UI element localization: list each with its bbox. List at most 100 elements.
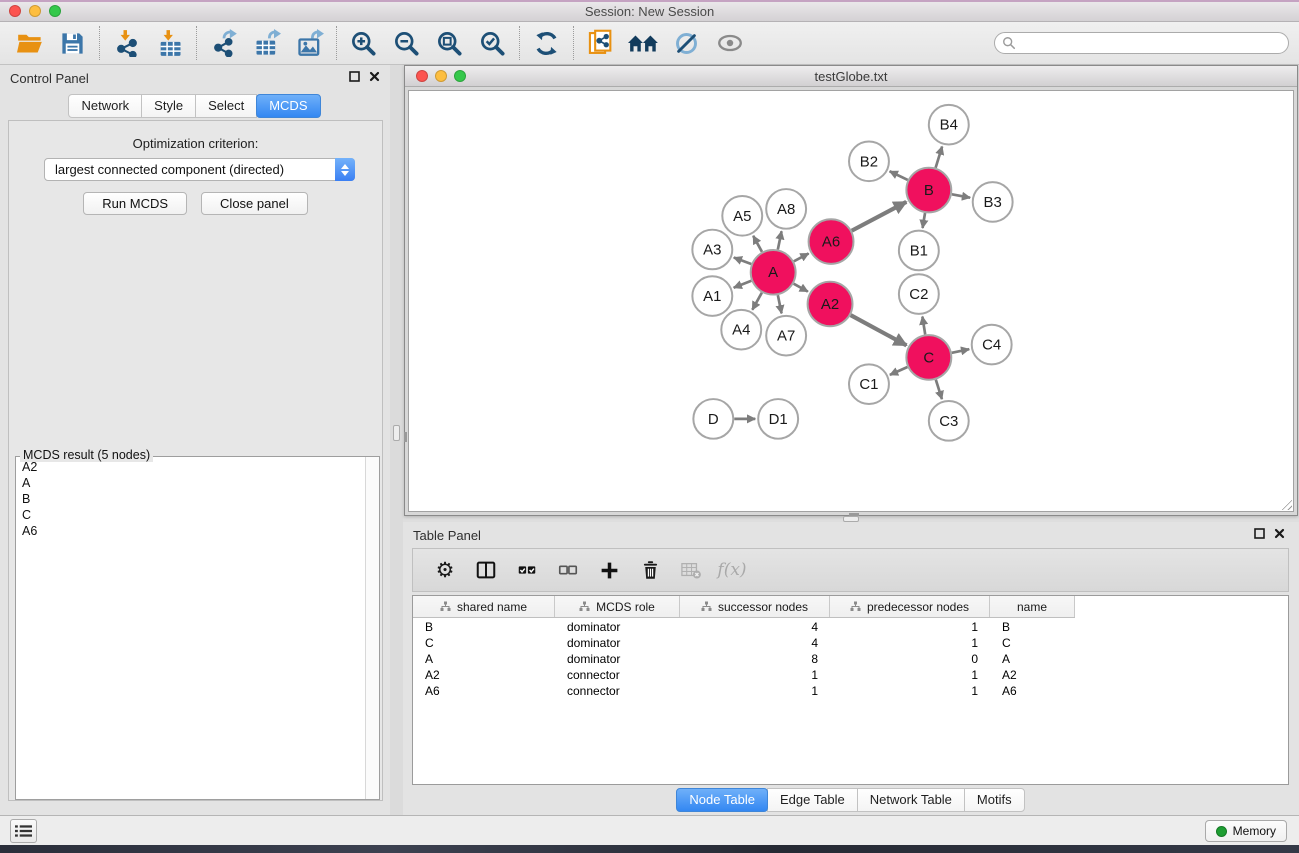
column-header-shared-name[interactable]: shared name	[413, 596, 555, 617]
network-graph[interactable]: B4B2BB3A5A8A6A3B1AA1C2A2A4A7C4CC1DD1C3	[409, 91, 1293, 511]
tab-network-table[interactable]: Network Table	[857, 788, 965, 812]
cell-mcds_role: dominator	[555, 636, 680, 650]
network-canvas[interactable]: B4B2BB3A5A8A6A3B1AA1C2A2A4A7C4CC1DD1C3	[408, 90, 1294, 512]
zoom-out-button[interactable]	[385, 24, 428, 62]
add-row-button[interactable]	[597, 557, 621, 583]
control-panel-title: Control Panel	[10, 71, 89, 86]
edge-B-B1[interactable]	[923, 213, 925, 228]
tab-motifs[interactable]: Motifs	[964, 788, 1025, 812]
edge-C-C4[interactable]	[952, 349, 969, 353]
network-window-title: testGlobe.txt	[405, 69, 1297, 84]
search-input[interactable]	[994, 32, 1289, 54]
network-from-file-button[interactable]	[579, 24, 622, 62]
show-hide-graphics-button[interactable]	[665, 24, 708, 62]
edge-A-A7[interactable]	[778, 295, 782, 313]
memory-button[interactable]: Memory	[1205, 820, 1287, 842]
eye-button[interactable]	[708, 24, 751, 62]
result-item[interactable]: A6	[16, 523, 365, 539]
result-scrollbar[interactable]	[365, 457, 379, 799]
result-item[interactable]: A2	[16, 459, 365, 475]
table-row[interactable]: Bdominator41B	[413, 619, 1288, 635]
control-panel: Control Panel NetworkStyleSelectMCDS Opt…	[0, 65, 390, 815]
save-floppy-icon	[59, 30, 86, 57]
table-settings-button[interactable]: ⚙	[433, 557, 457, 583]
edge-A6-B[interactable]	[852, 202, 907, 231]
criterion-dropdown[interactable]: largest connected component (directed)	[44, 158, 355, 181]
attribute-tree-icon	[440, 601, 451, 612]
cell-name: B	[990, 620, 1075, 634]
close-panel-button[interactable]: Close panel	[201, 192, 308, 215]
vertical-split-divider[interactable]	[390, 65, 403, 815]
open-folder-icon	[15, 30, 45, 56]
export-image-button[interactable]	[288, 24, 331, 62]
close-panel-icon[interactable]	[1274, 528, 1285, 539]
table-row[interactable]: A6connector11A6	[413, 683, 1288, 699]
window-edge-handle[interactable]	[404, 432, 407, 442]
edge-C-C2[interactable]	[922, 317, 925, 335]
table-row[interactable]: A2connector11A2	[413, 667, 1288, 683]
edge-A2-C[interactable]	[851, 315, 907, 345]
memory-label: Memory	[1233, 824, 1276, 838]
refresh-layout-button[interactable]	[525, 24, 568, 62]
edge-A-A8[interactable]	[778, 231, 782, 249]
network-window-titlebar[interactable]: testGlobe.txt	[405, 66, 1297, 87]
edge-C-C3[interactable]	[936, 380, 942, 399]
edge-A-A4[interactable]	[752, 293, 762, 310]
edge-A-A2[interactable]	[794, 284, 808, 292]
export-network-button[interactable]	[202, 24, 245, 62]
import-table-button[interactable]	[148, 24, 191, 62]
network-file-icon	[587, 29, 615, 57]
cell-predecessor: 1	[830, 636, 990, 650]
edge-A-A5[interactable]	[753, 236, 762, 252]
run-mcds-button[interactable]: Run MCDS	[83, 192, 187, 215]
save-session-button[interactable]	[51, 24, 94, 62]
tab-edge-table[interactable]: Edge Table	[767, 788, 858, 812]
node-label-C4: C4	[982, 338, 1001, 354]
mcds-result-list[interactable]: A2ABCA6	[16, 459, 365, 799]
delete-row-button[interactable]	[638, 557, 662, 583]
result-item[interactable]: A	[16, 475, 365, 491]
tab-select[interactable]: Select	[195, 94, 257, 118]
unselect-all-button[interactable]	[556, 557, 580, 583]
close-panel-icon[interactable]	[369, 71, 380, 82]
session-title: Session: New Session	[0, 4, 1299, 19]
cell-predecessor: 1	[830, 684, 990, 698]
result-item[interactable]: C	[16, 507, 365, 523]
table-row[interactable]: Adominator80A	[413, 651, 1288, 667]
zoom-fit-button[interactable]	[428, 24, 471, 62]
zoom-selected-button[interactable]	[471, 24, 514, 62]
column-header-label: name	[1017, 600, 1047, 614]
table-row[interactable]: Cdominator41C	[413, 635, 1288, 651]
float-panel-icon[interactable]	[1254, 528, 1265, 539]
zoom-in-button[interactable]	[342, 24, 385, 62]
column-header-mcds-role[interactable]: MCDS role	[555, 596, 680, 617]
home-button[interactable]	[622, 24, 665, 62]
import-network-button[interactable]	[105, 24, 148, 62]
open-session-button[interactable]	[8, 24, 51, 62]
select-all-button[interactable]	[515, 557, 539, 583]
show-column-button[interactable]	[474, 557, 498, 583]
edge-A-A3[interactable]	[734, 258, 751, 265]
tab-node-table[interactable]: Node Table	[676, 788, 768, 812]
tab-mcds[interactable]: MCDS	[256, 94, 320, 118]
panel-menu-button[interactable]	[10, 819, 37, 843]
edge-B-B2[interactable]	[890, 171, 908, 180]
column-header-name[interactable]: name	[990, 596, 1075, 617]
divider-grip[interactable]	[393, 425, 400, 441]
edge-A-A1[interactable]	[734, 281, 752, 288]
float-panel-icon[interactable]	[349, 71, 360, 82]
result-item[interactable]: B	[16, 491, 365, 507]
edge-B-B3[interactable]	[952, 194, 970, 197]
criterion-value: largest connected component (directed)	[45, 162, 335, 177]
edge-A-A6[interactable]	[794, 253, 809, 261]
column-header-predecessor-nodes[interactable]: predecessor nodes	[830, 596, 990, 617]
edge-C-C1[interactable]	[890, 367, 908, 375]
export-table-icon	[253, 29, 281, 57]
edge-B-B4[interactable]	[936, 146, 942, 167]
toolbar-separator	[99, 26, 100, 60]
tab-style[interactable]: Style	[141, 94, 196, 118]
column-header-successor-nodes[interactable]: successor nodes	[680, 596, 830, 617]
tab-network[interactable]: Network	[68, 94, 142, 118]
export-table-button[interactable]	[245, 24, 288, 62]
cell-successor: 1	[680, 668, 830, 682]
